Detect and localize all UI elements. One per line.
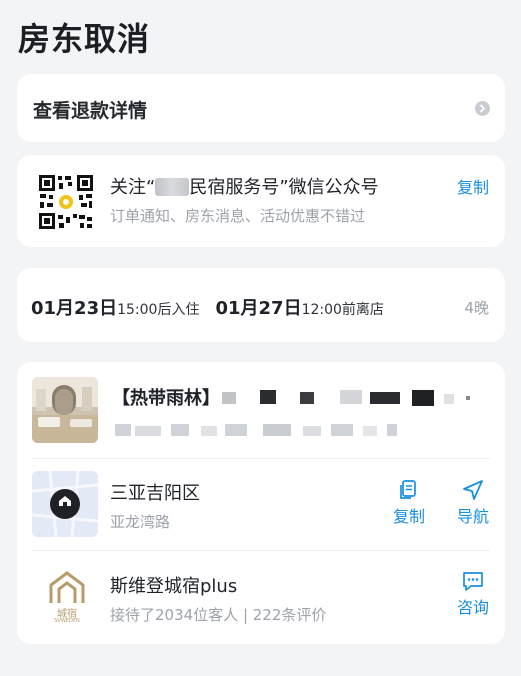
page-title: 房东取消 (18, 20, 151, 58)
redacted-brand (155, 178, 190, 196)
checkout-time: 12:00前离店 (301, 302, 384, 318)
refund-details-label: 查看退款详情 (33, 100, 148, 122)
room-photo[interactable] (32, 377, 98, 443)
wechat-follow-subtitle: 订单通知、房东消息、活动优惠不错过 (110, 207, 366, 225)
address-district: 三亚吉阳区 (110, 483, 200, 504)
address-road: 亚龙湾路 (110, 513, 171, 531)
wechat-title-prefix: 关注“ (110, 177, 156, 198)
consult-label: 咨询 (456, 598, 489, 617)
wechat-follow-card: 关注“ 民宿服务号”微信公众号 订单通知、房东消息、活动优惠不错过 复制 (17, 155, 505, 247)
chat-bubble-icon (453, 570, 493, 594)
copy-address-button[interactable]: 复制 (389, 479, 429, 527)
stay-dates-card: 01月23日 15:00后入住 01月27日 12:00前离店 4晚 (17, 268, 505, 342)
copy-account-button[interactable]: 复制 (457, 174, 489, 198)
wechat-title-suffix: 民宿服务号”微信公众号 (189, 177, 379, 198)
navigate-button[interactable]: 导航 (453, 479, 493, 527)
host-stats: 接待了2034位客人 | 222条评价 (110, 606, 327, 624)
checkout-date: 01月27日 (215, 298, 302, 319)
copy-address-label: 复制 (392, 507, 425, 526)
navigate-label: 导航 (456, 507, 489, 526)
wechat-follow-title: 关注“ 民宿服务号”微信公众号 (110, 173, 379, 199)
listing-name[interactable]: 【热带雨林】 (112, 384, 220, 410)
host-brand-logo: 城宿 SVWEDEN (43, 569, 91, 625)
divider (32, 458, 490, 459)
redacted-listing-title (222, 388, 472, 408)
copy-icon (389, 479, 429, 503)
property-card: 【热带雨林】 三亚吉阳区 亚龙湾路 复制 导航 城宿 SVWEDEN 斯维登城宿… (17, 362, 505, 644)
host-name[interactable]: 斯维登城宿plus (110, 572, 237, 598)
refund-details-row[interactable]: 查看退款详情 (17, 74, 505, 142)
redacted-listing-desc (115, 422, 415, 440)
nights-count: 4晚 (464, 299, 489, 317)
checkin-date: 01月23日 (31, 298, 118, 319)
host-logo-subtext: SVWEDEN (54, 618, 80, 624)
consult-button[interactable]: 咨询 (453, 570, 493, 618)
divider (32, 550, 490, 551)
navigation-arrow-icon (453, 479, 493, 503)
chevron-right-icon (475, 101, 490, 116)
checkin-time: 15:00后入住 (117, 302, 200, 318)
qr-code-icon (37, 173, 95, 231)
map-thumbnail[interactable] (32, 471, 98, 537)
